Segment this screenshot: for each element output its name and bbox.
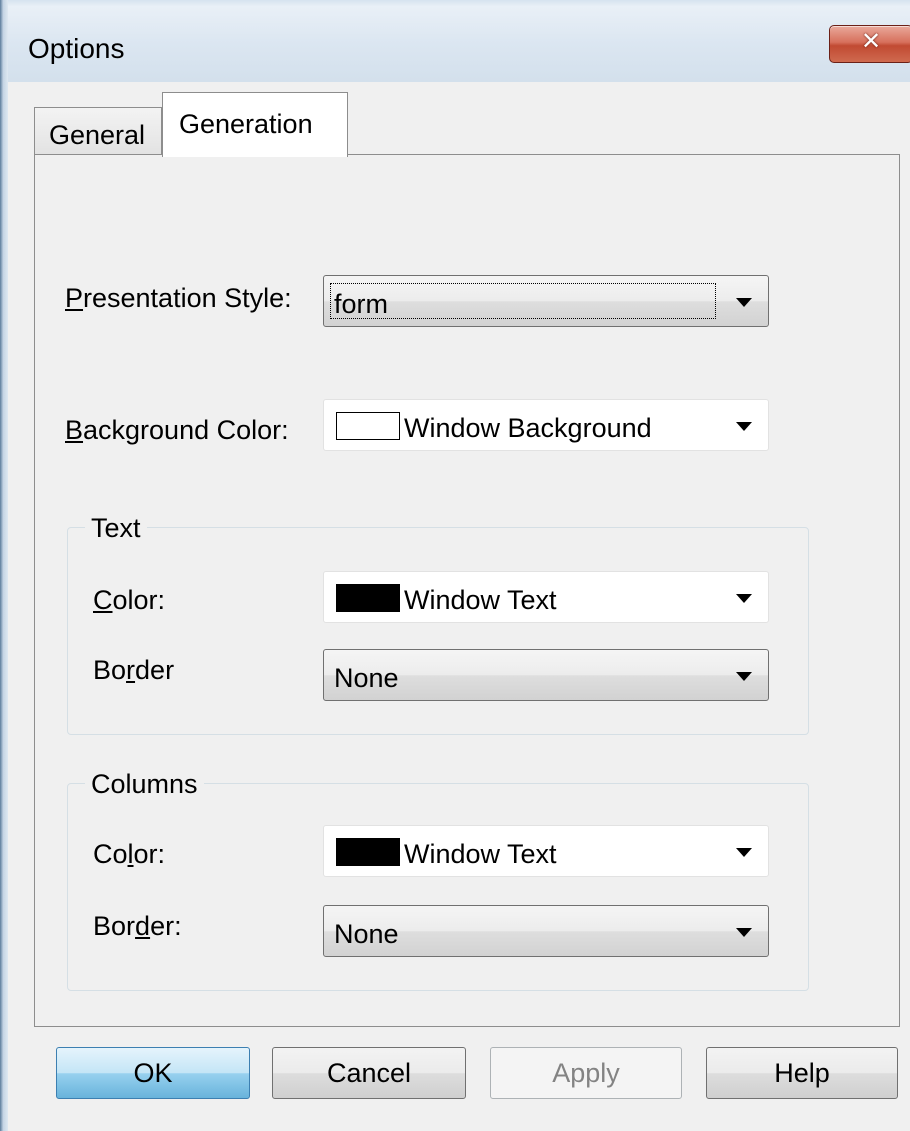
text-border-combo[interactable]: None bbox=[323, 649, 769, 701]
columns-group bbox=[67, 783, 809, 991]
tab-generation[interactable]: Generation bbox=[162, 92, 348, 157]
columns-border-value: None bbox=[334, 919, 399, 949]
generation-tab-panel: Presentation Style: form Background Colo… bbox=[34, 154, 900, 1027]
chevron-down-icon[interactable] bbox=[736, 848, 752, 857]
chevron-down-icon[interactable] bbox=[736, 594, 752, 603]
presentation-style-combo[interactable]: form bbox=[323, 275, 769, 327]
text-group-title: Text bbox=[85, 513, 147, 544]
chevron-down-icon[interactable] bbox=[736, 672, 752, 681]
presentation-style-value: form bbox=[334, 289, 388, 319]
text-border-label: Border bbox=[93, 655, 175, 685]
chevron-down-icon[interactable] bbox=[736, 298, 752, 307]
color-swatch bbox=[336, 838, 400, 866]
help-button[interactable]: Help bbox=[706, 1047, 898, 1099]
color-swatch bbox=[336, 584, 400, 612]
window-frame-left bbox=[0, 0, 8, 1131]
background-color-label: Background Color: bbox=[65, 415, 289, 445]
close-button[interactable]: ✕ bbox=[829, 25, 910, 63]
columns-group-title: Columns bbox=[85, 769, 204, 800]
columns-color-value: Window Text bbox=[404, 839, 557, 869]
columns-color-label: Color: bbox=[93, 839, 166, 869]
chevron-down-icon[interactable] bbox=[736, 928, 752, 937]
apply-button: Apply bbox=[490, 1047, 682, 1099]
tab-general-label: General bbox=[49, 120, 146, 150]
window-title: Options bbox=[28, 33, 125, 64]
dialog-client-area: General Generation Presentation Style: f… bbox=[8, 82, 910, 1131]
color-swatch bbox=[336, 412, 400, 440]
chevron-down-icon[interactable] bbox=[736, 422, 752, 431]
columns-border-combo[interactable]: None bbox=[323, 905, 769, 957]
tab-generation-label: Generation bbox=[179, 109, 313, 139]
ok-button[interactable]: OK bbox=[56, 1047, 250, 1099]
text-color-combo[interactable]: Window Text bbox=[323, 571, 769, 623]
close-icon: ✕ bbox=[860, 28, 882, 55]
title-bar[interactable]: Options ✕ bbox=[8, 6, 910, 82]
tab-general[interactable]: General bbox=[34, 107, 162, 156]
columns-border-label: Border: bbox=[93, 911, 182, 941]
cancel-button[interactable]: Cancel bbox=[272, 1047, 466, 1099]
background-color-combo[interactable]: Window Background bbox=[323, 399, 769, 451]
columns-color-combo[interactable]: Window Text bbox=[323, 825, 769, 877]
text-border-value: None bbox=[334, 663, 399, 693]
text-color-value: Window Text bbox=[404, 585, 557, 615]
background-color-value: Window Background bbox=[404, 413, 652, 443]
presentation-style-label: Presentation Style: bbox=[65, 283, 292, 313]
text-group bbox=[67, 527, 809, 735]
text-color-label: Color: bbox=[93, 585, 166, 615]
